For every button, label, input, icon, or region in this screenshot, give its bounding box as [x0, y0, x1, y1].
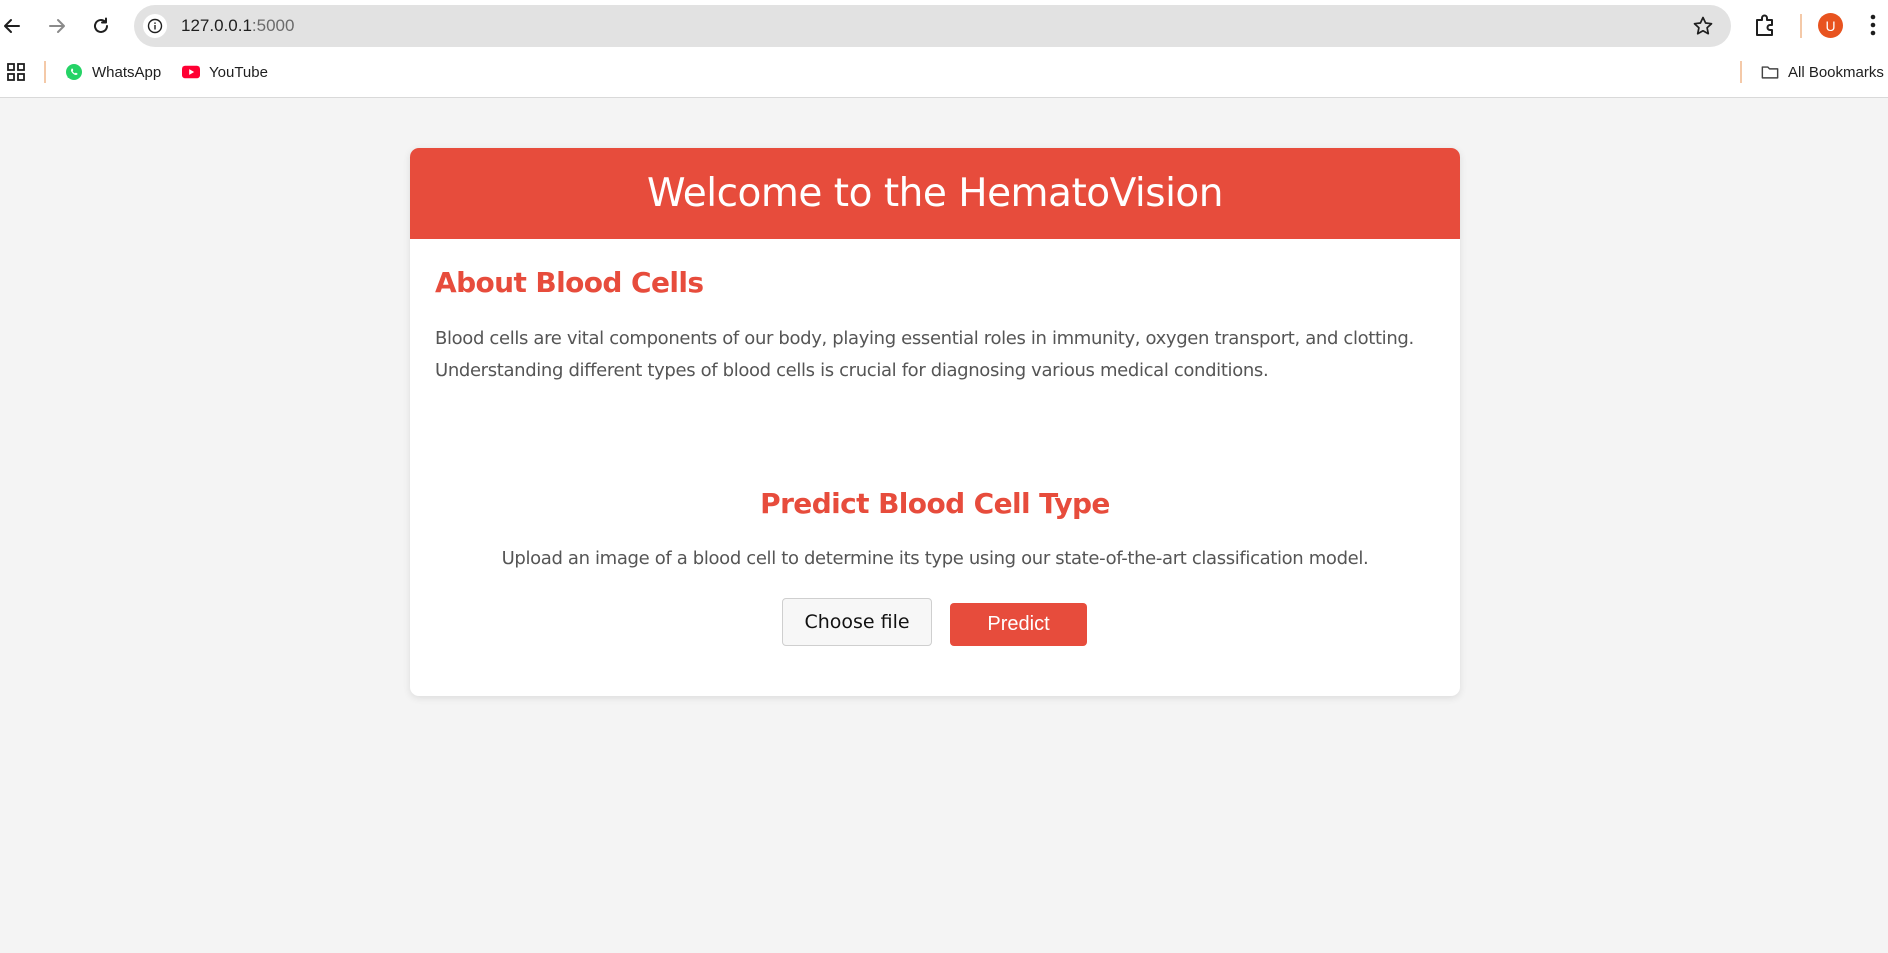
about-section-title: About Blood Cells	[435, 266, 704, 299]
toolbar-divider	[1800, 14, 1802, 38]
bookmarks-bar: WhatsApp YouTube All Bookmarks	[0, 54, 1888, 90]
url-host: 127.0.0.1	[181, 16, 252, 35]
folder-icon	[1761, 63, 1779, 81]
back-button[interactable]	[0, 11, 27, 41]
reload-button[interactable]	[86, 11, 116, 41]
youtube-icon	[182, 63, 200, 81]
bookmarks-divider	[44, 61, 46, 83]
bookmarks-divider-right	[1740, 61, 1742, 83]
predict-section-text: Upload an image of a blood cell to deter…	[501, 548, 1369, 569]
site-info-icon[interactable]	[143, 14, 167, 38]
url-text: 127.0.0.1:5000	[181, 16, 294, 36]
forward-button[interactable]	[42, 11, 72, 41]
extensions-puzzle-icon[interactable]	[1752, 12, 1778, 38]
apps-grid-icon[interactable]	[7, 63, 25, 81]
avatar-letter: U	[1825, 17, 1836, 34]
main-card: Welcome to the HematoVision About Blood …	[410, 148, 1460, 696]
profile-avatar[interactable]: U	[1818, 13, 1843, 38]
arrow-left-icon	[4, 19, 20, 33]
reload-icon	[94, 17, 108, 33]
page-header: Welcome to the HematoVision	[410, 148, 1460, 239]
bookmark-star-icon[interactable]	[1692, 15, 1714, 37]
address-bar[interactable]: 127.0.0.1:5000	[134, 5, 1731, 47]
page-title: Welcome to the HematoVision	[647, 171, 1224, 216]
browser-toolbar: 127.0.0.1:5000 U	[0, 0, 1888, 52]
bookmark-label: YouTube	[209, 63, 268, 81]
browser-chrome: 127.0.0.1:5000 U WhatsApp YouTube All Bo…	[0, 0, 1888, 98]
url-port: :5000	[251, 16, 295, 35]
choose-file-button[interactable]: Choose file	[782, 598, 932, 646]
arrow-right-icon	[49, 19, 65, 33]
all-bookmarks-label: All Bookmarks	[1788, 63, 1884, 81]
bookmark-whatsapp[interactable]: WhatsApp	[65, 60, 161, 84]
predict-section-title: Predict Blood Cell Type	[760, 487, 1110, 520]
bookmark-label: WhatsApp	[92, 63, 162, 81]
predict-button[interactable]: Predict	[950, 603, 1087, 646]
about-section-text: Blood cells are vital components of our …	[435, 328, 1414, 381]
all-bookmarks-button[interactable]: All Bookmarks	[1761, 60, 1884, 84]
whatsapp-icon	[65, 63, 83, 81]
bookmark-youtube[interactable]: YouTube	[182, 60, 268, 84]
menu-dots-icon[interactable]	[1870, 14, 1876, 36]
